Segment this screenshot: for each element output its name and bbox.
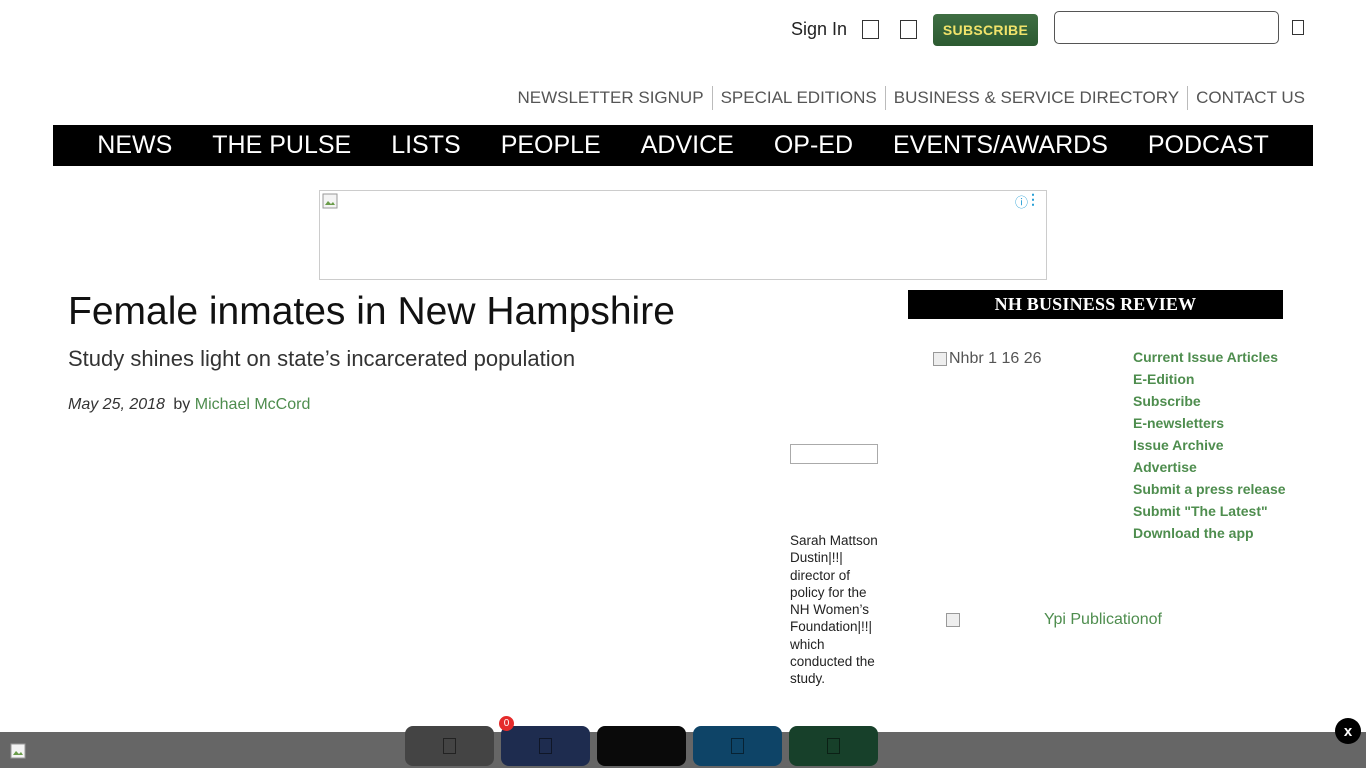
nav-contact-us[interactable]: CONTACT US bbox=[1188, 86, 1305, 110]
article-headline: Female inmates in New Hampshire bbox=[68, 290, 675, 333]
byline: May 25, 2018 by Michael McCord bbox=[68, 396, 310, 414]
linkedin-icon bbox=[731, 738, 744, 754]
sign-in-link[interactable]: Sign In bbox=[791, 19, 847, 40]
share-linkedin-button[interactable] bbox=[693, 726, 782, 766]
cover-alt-text: Nhbr 1 16 26 bbox=[949, 350, 1042, 367]
broken-image-icon bbox=[946, 613, 960, 627]
share-email-button[interactable] bbox=[405, 726, 494, 766]
broken-image-icon bbox=[322, 193, 338, 209]
x-twitter-icon bbox=[635, 738, 648, 754]
broken-image-icon bbox=[933, 352, 947, 366]
nav-business-directory[interactable]: BUSINESS & SERVICE DIRECTORY bbox=[886, 86, 1187, 110]
sidebar-link-download-app[interactable]: Download the app bbox=[1133, 522, 1286, 544]
subscribe-button[interactable]: SUBSCRIBE bbox=[933, 14, 1038, 46]
article-image bbox=[790, 444, 878, 464]
article-subhead: Study shines light on state’s incarcerat… bbox=[68, 346, 576, 371]
article-date: May 25, 2018 bbox=[68, 396, 165, 413]
sidebar-link-subscribe[interactable]: Subscribe bbox=[1133, 390, 1286, 412]
share-x-button[interactable] bbox=[597, 726, 686, 766]
nav-special-editions[interactable]: SPECIAL EDITIONS bbox=[713, 86, 885, 110]
sidebar-link-e-newsletters[interactable]: E-newsletters bbox=[1133, 412, 1286, 434]
share-count-badge: 0 bbox=[499, 716, 514, 731]
main-nav-lists[interactable]: LISTS bbox=[391, 125, 460, 166]
main-nav: NEWS THE PULSE LISTS PEOPLE ADVICE OP-ED… bbox=[53, 125, 1313, 166]
email-icon bbox=[443, 738, 456, 754]
magazine-cover-image[interactable]: Nhbr 1 16 26 bbox=[933, 350, 1042, 368]
broken-image-icon bbox=[10, 743, 26, 759]
ad-menu-icon[interactable]: ⋮ bbox=[1026, 191, 1040, 208]
ypi-alt-text: Ypi Publicationof bbox=[1044, 611, 1162, 628]
search-input[interactable] bbox=[1054, 11, 1279, 44]
search-icon[interactable] bbox=[1292, 20, 1304, 35]
main-nav-events-awards[interactable]: EVENTS/AWARDS bbox=[893, 125, 1108, 166]
author-link[interactable]: Michael McCord bbox=[195, 396, 311, 413]
close-share-bar-button[interactable]: x bbox=[1335, 718, 1361, 744]
sidebar-link-the-latest[interactable]: Submit "The Latest" bbox=[1133, 500, 1286, 522]
sidebar-link-press-release[interactable]: Submit a press release bbox=[1133, 478, 1286, 500]
x-twitter-icon[interactable] bbox=[900, 20, 917, 39]
main-nav-advice[interactable]: ADVICE bbox=[641, 125, 734, 166]
main-nav-op-ed[interactable]: OP-ED bbox=[774, 125, 853, 166]
sidebar-header: NH BUSINESS REVIEW bbox=[908, 290, 1283, 319]
nav-newsletter-signup[interactable]: NEWSLETTER SIGNUP bbox=[509, 86, 711, 110]
share-facebook-button[interactable] bbox=[501, 726, 590, 766]
sidebar-link-current-issue[interactable]: Current Issue Articles bbox=[1133, 346, 1286, 368]
ypi-publication-image[interactable]: Ypi Publicationof bbox=[946, 611, 1162, 629]
sidebar-link-e-edition[interactable]: E-Edition bbox=[1133, 368, 1286, 390]
sidebar-links: Current Issue Articles E-Edition Subscri… bbox=[1133, 346, 1286, 544]
sidebar-link-issue-archive[interactable]: Issue Archive bbox=[1133, 434, 1286, 456]
facebook-icon bbox=[539, 738, 552, 754]
main-nav-podcast[interactable]: PODCAST bbox=[1148, 125, 1269, 166]
image-caption: Sarah Mattson Dustin|!!| director of pol… bbox=[790, 533, 878, 687]
main-nav-the-pulse[interactable]: THE PULSE bbox=[212, 125, 351, 166]
top-utility-bar: Sign In SUBSCRIBE bbox=[0, 10, 1366, 50]
sidebar-link-advertise[interactable]: Advertise bbox=[1133, 456, 1286, 478]
share-sms-button[interactable] bbox=[789, 726, 878, 766]
main-nav-news[interactable]: NEWS bbox=[97, 125, 172, 166]
main-nav-people[interactable]: PEOPLE bbox=[501, 125, 601, 166]
byline-by: by bbox=[173, 396, 191, 413]
sms-icon bbox=[827, 738, 840, 754]
secondary-nav: NEWSLETTER SIGNUP SPECIAL EDITIONS BUSIN… bbox=[509, 86, 1305, 110]
facebook-icon[interactable] bbox=[862, 20, 879, 39]
ad-banner[interactable]: ⓘ ⋮ bbox=[319, 190, 1047, 280]
